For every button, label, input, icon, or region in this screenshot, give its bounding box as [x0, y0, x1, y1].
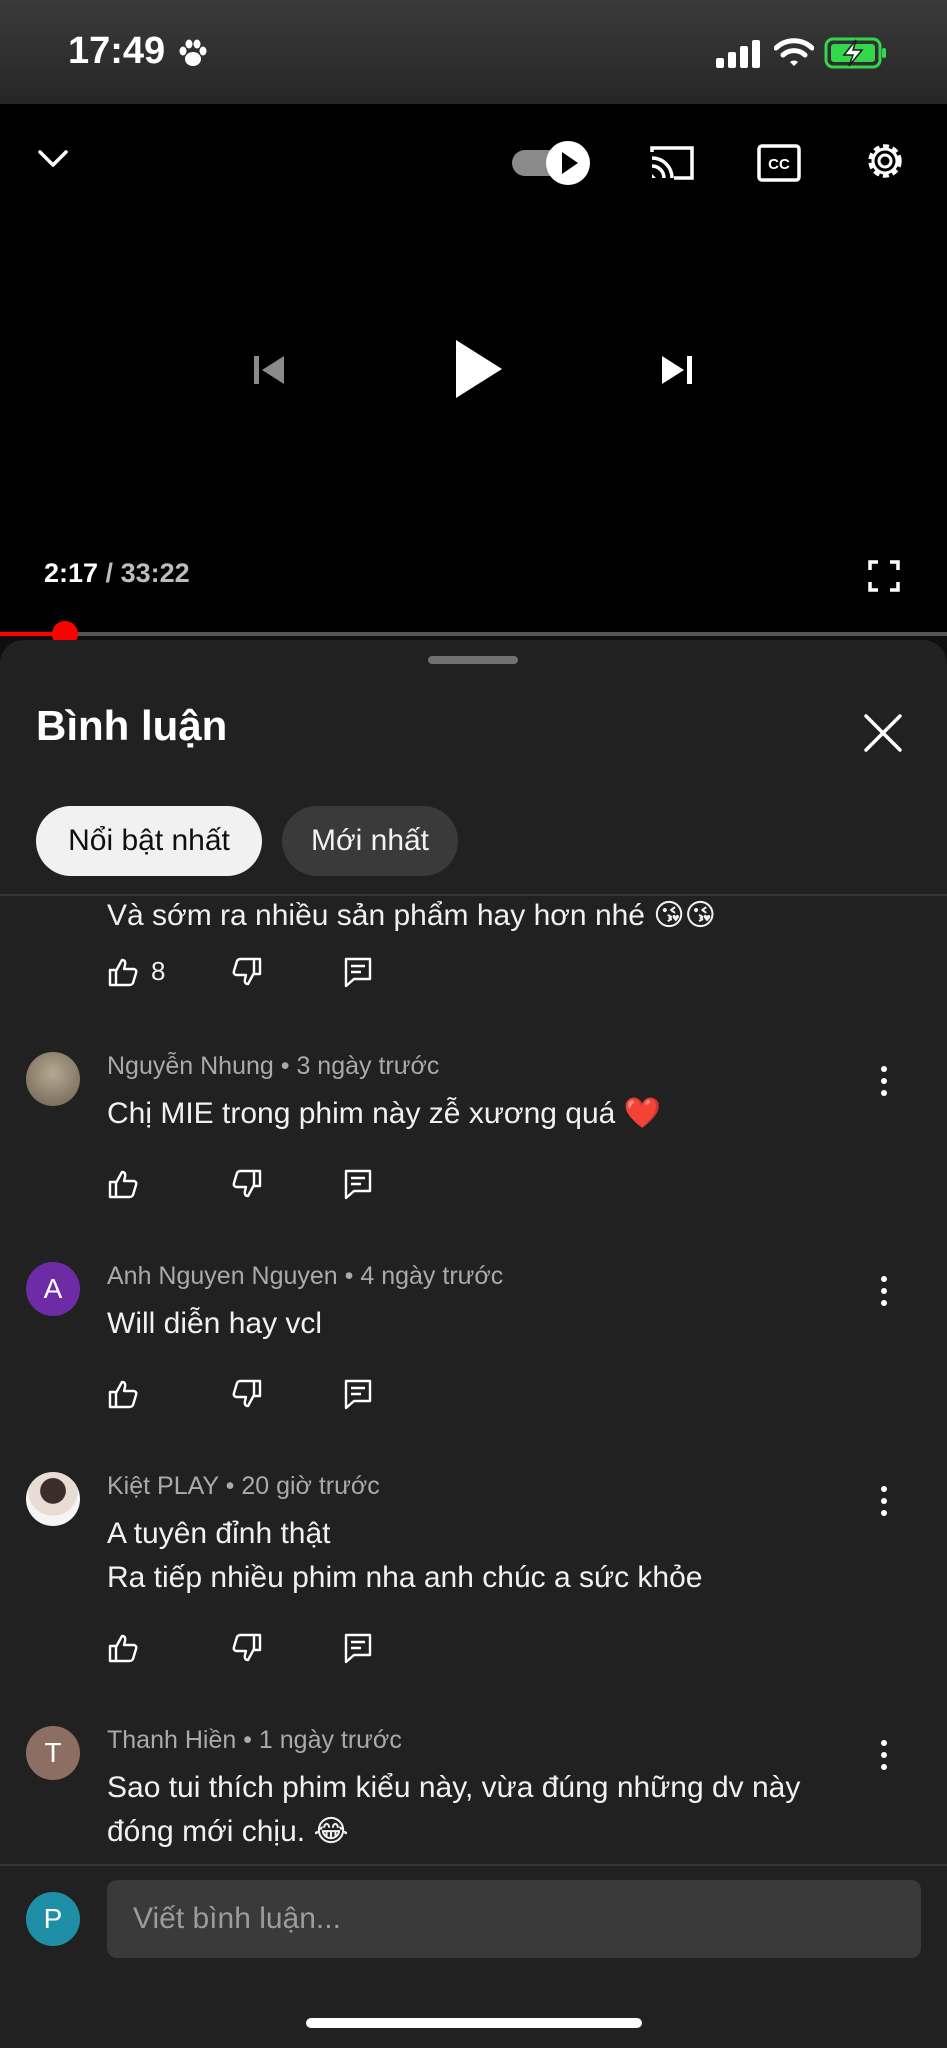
- comment-text: Sao tui thích phim kiểu này, vừa đúng nh…: [107, 1771, 801, 1804]
- thumbs-up-icon[interactable]: [107, 1378, 139, 1410]
- comment-text: Chị MIE trong phim này zễ xương quá ❤️: [107, 1097, 662, 1130]
- gear-icon[interactable]: [862, 138, 908, 184]
- comment-item: Và sớm ra nhiều sản phẩm hay hơn nhé 😘😘 …: [0, 896, 947, 1014]
- paw-icon: [179, 39, 207, 66]
- reply-icon[interactable]: [343, 1168, 373, 1200]
- cc-icon[interactable]: CC: [756, 142, 802, 184]
- chip-newest[interactable]: Mới nhất: [282, 806, 458, 876]
- comment-item: T Thanh Hiền • 1 ngày trước Sao tui thíc…: [0, 1722, 947, 1882]
- skip-previous-icon[interactable]: [250, 350, 290, 390]
- autoplay-toggle[interactable]: [512, 138, 594, 188]
- comment-meta: Thanh Hiền • 1 ngày trước: [107, 1726, 402, 1754]
- comment-author[interactable]: Anh Nguyen Nguyen: [107, 1262, 338, 1290]
- comment-text: đóng mới chịu. 😂: [107, 1815, 349, 1848]
- comment-text: Ra tiếp nhiều phim nha anh chúc a sức kh…: [107, 1561, 703, 1594]
- comment-input[interactable]: [107, 1880, 921, 1958]
- more-vert-icon[interactable]: [878, 1064, 890, 1098]
- chip-top-comments[interactable]: Nổi bật nhất: [36, 806, 262, 876]
- comment-actions: [107, 1378, 507, 1418]
- progress-bar[interactable]: [0, 621, 947, 647]
- fullscreen-icon[interactable]: [868, 560, 900, 592]
- close-icon[interactable]: [862, 712, 904, 754]
- comment-meta: Anh Nguyen Nguyen • 4 ngày trước: [107, 1262, 504, 1290]
- more-vert-icon[interactable]: [878, 1738, 890, 1772]
- more-vert-icon[interactable]: [878, 1274, 890, 1308]
- signal-icon: [716, 40, 760, 68]
- composer-divider: [0, 1864, 947, 1866]
- play-icon[interactable]: [450, 336, 506, 402]
- comment-text: A tuyên đỉnh thật: [107, 1517, 331, 1550]
- comment-text: Và sớm ra nhiều sản phẩm hay hơn nhé 😘😘: [107, 899, 716, 932]
- like-count: 8: [151, 956, 166, 986]
- thumbs-up-icon[interactable]: [107, 956, 139, 988]
- avatar[interactable]: [26, 1052, 80, 1106]
- thumbs-down-icon[interactable]: [231, 1378, 263, 1410]
- reply-icon[interactable]: [343, 1632, 373, 1664]
- sheet-title: Bình luận: [36, 702, 228, 749]
- comment-actions: [107, 1632, 507, 1672]
- drag-handle[interactable]: [428, 656, 518, 664]
- comment-text: Will diễn hay vcl: [107, 1307, 323, 1340]
- thumbs-down-icon[interactable]: [231, 1632, 263, 1664]
- comment-item: Nguyễn Nhung • 3 ngày trước Chị MIE tron…: [0, 1048, 947, 1248]
- thumbs-up-icon[interactable]: [107, 1632, 139, 1664]
- comment-time: 1 ngày trước: [258, 1726, 402, 1754]
- comment-item: A Anh Nguyen Nguyen • 4 ngày trước Will …: [0, 1258, 947, 1458]
- comments-sheet: Bình luận Nổi bật nhất Mới nhất Và sớm r…: [0, 640, 947, 2048]
- status-bar: 17:49: [0, 0, 947, 104]
- svg-text:CC: CC: [768, 156, 790, 173]
- video-player[interactable]: CC 2:17 / 33:22: [0, 104, 947, 634]
- current-time: 2:17: [44, 558, 99, 588]
- battery-charging-icon: [824, 37, 886, 69]
- user-avatar[interactable]: P: [26, 1892, 80, 1946]
- home-indicator[interactable]: [306, 2018, 642, 2028]
- comment-time: 3 ngày trước: [296, 1052, 440, 1080]
- comment-time: 20 giờ trước: [241, 1472, 380, 1500]
- comment-time: 4 ngày trước: [360, 1262, 504, 1290]
- comment-author[interactable]: Nguyễn Nhung: [107, 1052, 274, 1080]
- more-vert-icon[interactable]: [878, 1484, 890, 1518]
- thumbs-down-icon[interactable]: [231, 956, 263, 988]
- time-separator: /: [98, 558, 121, 588]
- thumbs-up-icon[interactable]: [107, 1168, 139, 1200]
- reply-icon[interactable]: [343, 1378, 373, 1410]
- chevron-down-icon[interactable]: [34, 142, 72, 176]
- comment-actions: 8: [107, 956, 507, 996]
- wifi-icon: [774, 38, 814, 66]
- comment-meta: Kiệt PLAY • 20 giờ trước: [107, 1472, 380, 1500]
- skip-next-icon[interactable]: [656, 350, 696, 390]
- comment-item: Kiệt PLAY • 20 giờ trước A tuyên đỉnh th…: [0, 1468, 947, 1708]
- reply-icon[interactable]: [343, 956, 373, 988]
- duration: 33:22: [120, 558, 190, 588]
- avatar[interactable]: T: [26, 1726, 80, 1780]
- comment-author[interactable]: Kiệt PLAY: [107, 1472, 219, 1500]
- comment-actions: [107, 1168, 507, 1208]
- thumbs-down-icon[interactable]: [231, 1168, 263, 1200]
- status-time: 17:49: [68, 30, 166, 72]
- cast-icon[interactable]: [648, 142, 696, 184]
- time-display: 2:17 / 33:22: [44, 558, 190, 589]
- comment-meta: Nguyễn Nhung • 3 ngày trước: [107, 1052, 440, 1080]
- avatar[interactable]: [26, 1472, 80, 1526]
- avatar[interactable]: A: [26, 1262, 80, 1316]
- comment-author[interactable]: Thanh Hiền: [107, 1726, 236, 1754]
- comments-list[interactable]: Và sớm ra nhiều sản phẩm hay hơn nhé 😘😘 …: [0, 896, 947, 2016]
